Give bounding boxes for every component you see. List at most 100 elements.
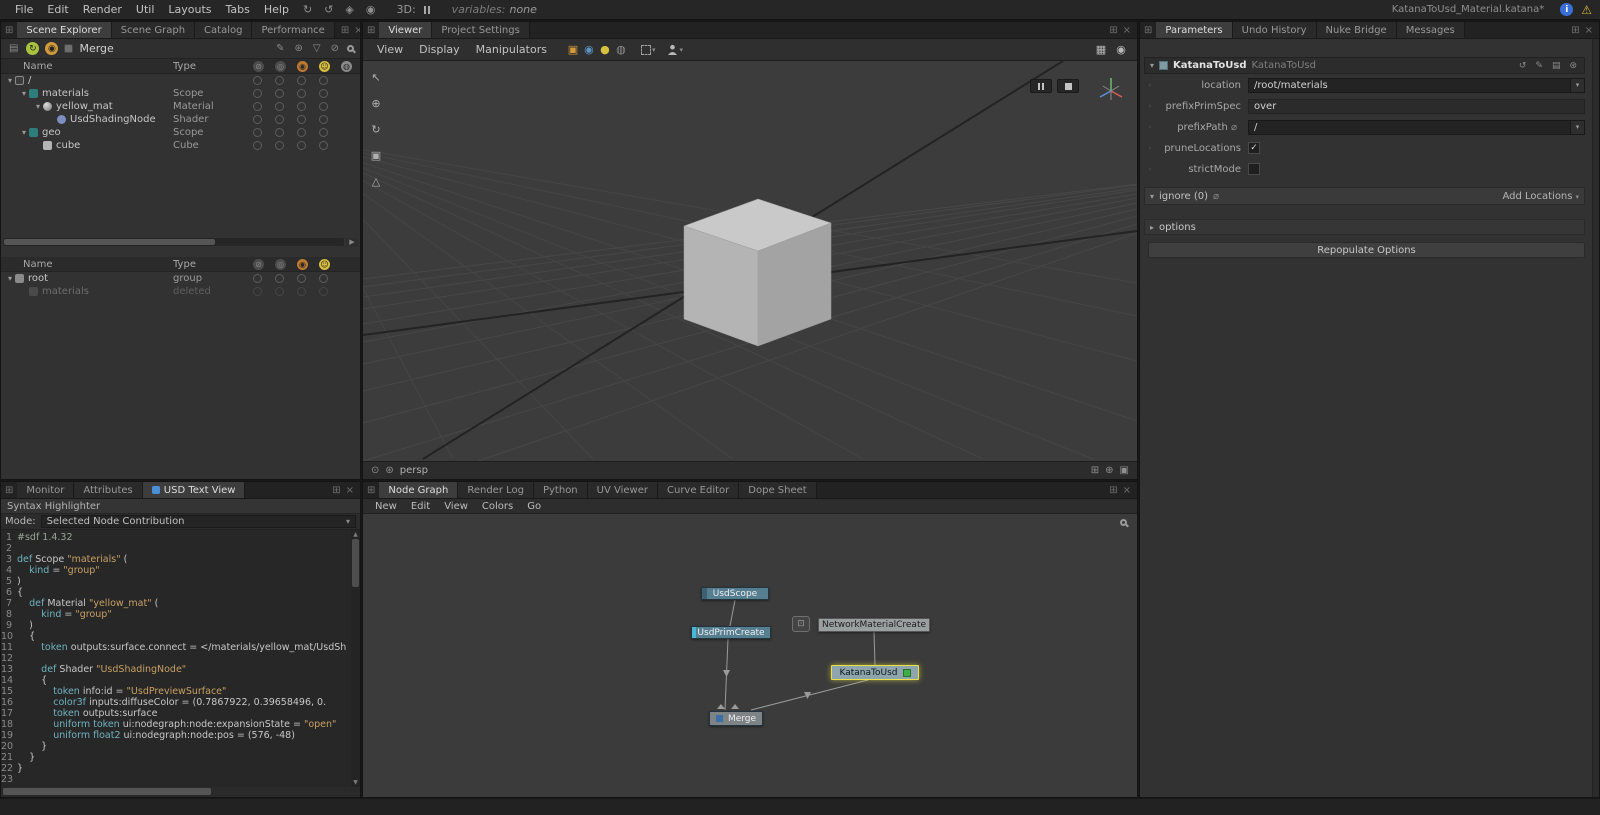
- node-parameter-header[interactable]: ▾ KatanaToUsd KatanaToUsd ↺ ✎ ▤ ⊛: [1144, 57, 1585, 74]
- tree-row[interactable]: ▾ root group: [1, 272, 360, 285]
- panel-grid-icon[interactable]: ⊞: [363, 22, 379, 38]
- tab[interactable]: Monitor: [17, 482, 74, 498]
- camera-person-dropdown[interactable]: ▾: [667, 44, 683, 55]
- expand-caret-icon[interactable]: ▾: [5, 274, 15, 283]
- node-networkmaterialcreate[interactable]: NetworkMaterialCreate: [818, 618, 930, 632]
- add-tab-icon[interactable]: ⊞: [1109, 485, 1117, 496]
- tab[interactable]: Dope Sheet: [739, 482, 816, 498]
- snapshot-icon[interactable]: ▣: [1120, 465, 1129, 476]
- expand-caret-icon[interactable]: ▾: [33, 102, 43, 111]
- param-state-dot[interactable]: ◦: [1144, 102, 1156, 111]
- render-loop-icon[interactable]: ↺: [319, 3, 338, 16]
- code-hscrollbar[interactable]: [1, 787, 360, 797]
- add-locations-dropdown[interactable]: Add Locations▾: [1502, 191, 1579, 202]
- name-column-header[interactable]: Name: [23, 61, 53, 72]
- edit-menu[interactable]: Edit: [405, 501, 436, 512]
- expand-caret-icon[interactable]: ▾: [19, 89, 29, 98]
- add-tab-icon[interactable]: ⊞: [1109, 25, 1117, 36]
- colors-menu[interactable]: Colors: [476, 501, 519, 512]
- tab[interactable]: Viewer: [379, 22, 432, 38]
- viewport-3d[interactable]: ↖ ⊕ ↻ ▣ △: [363, 61, 1137, 461]
- menu-item[interactable]: Help: [257, 3, 296, 16]
- chevron-down-icon[interactable]: ▾: [1571, 78, 1585, 93]
- visibility-toggles[interactable]: [253, 76, 328, 85]
- tree-row[interactable]: ▾ yellow_mat Material: [1, 100, 360, 113]
- scale-tool-icon[interactable]: ▣: [369, 149, 383, 162]
- visibility-toggles[interactable]: [253, 287, 328, 296]
- flush-caches-icon[interactable]: ◈: [340, 3, 358, 16]
- edit-icon[interactable]: ✎: [1533, 61, 1545, 71]
- render-column-icon[interactable]: ◎: [275, 61, 286, 72]
- parameters-vscrollbar[interactable]: [1592, 39, 1599, 797]
- chevron-down-icon[interactable]: ▾: [1571, 120, 1585, 135]
- live-render-column-icon[interactable]: ◉: [297, 259, 308, 270]
- location-field[interactable]: /root/materials: [1248, 78, 1571, 93]
- camera-lock-icon[interactable]: ⊙: [371, 465, 379, 476]
- shading-icon[interactable]: ◍: [613, 43, 629, 56]
- display-menu[interactable]: Display: [413, 43, 466, 56]
- ignore-group-row[interactable]: ▾ ignore (0) ⌀ Add Locations▾: [1144, 187, 1585, 205]
- visibility-toggles[interactable]: [253, 89, 328, 98]
- view-menu[interactable]: View: [371, 43, 409, 56]
- close-panel-icon[interactable]: ×: [346, 485, 354, 496]
- strictmode-checkbox[interactable]: [1248, 163, 1260, 175]
- rotate-tool-icon[interactable]: ↻: [369, 123, 383, 136]
- tab[interactable]: Scene Graph: [112, 22, 195, 38]
- tab[interactable]: Undo History: [1233, 22, 1317, 38]
- selection-mode-dropdown[interactable]: ▾: [641, 45, 656, 55]
- prefixpath-field[interactable]: /: [1248, 120, 1571, 135]
- panel-grid-icon[interactable]: ⊞: [1, 22, 17, 38]
- layers-icon[interactable]: ▤: [7, 43, 20, 54]
- pause-button[interactable]: [1030, 79, 1052, 93]
- visibility-toggles[interactable]: [253, 102, 328, 111]
- panel-grid-icon[interactable]: ⊞: [1, 482, 17, 498]
- lock-icon[interactable]: ⊘: [329, 43, 341, 54]
- param-state-dot[interactable]: ◦: [1144, 81, 1156, 90]
- panel-grid-icon[interactable]: ⊞: [1140, 22, 1156, 38]
- view-menu[interactable]: View: [438, 501, 474, 512]
- snap-tool-icon[interactable]: △: [369, 175, 383, 188]
- tab[interactable]: Curve Editor: [658, 482, 739, 498]
- list-icon[interactable]: ▤: [1550, 61, 1563, 71]
- tab[interactable]: Scene Explorer: [17, 22, 111, 38]
- warning-icon[interactable]: ⚠: [1581, 3, 1592, 17]
- globe-icon[interactable]: ◉: [581, 43, 597, 56]
- close-panel-icon[interactable]: ×: [1123, 485, 1131, 496]
- add-tab-icon[interactable]: ⊞: [1571, 25, 1579, 36]
- repopulate-options-button[interactable]: Repopulate Options: [1148, 242, 1585, 258]
- visibility-toggles[interactable]: [253, 128, 328, 137]
- menu-item[interactable]: Render: [76, 3, 129, 16]
- prefixprimspec-select[interactable]: over: [1248, 99, 1585, 114]
- monitor-layer-icon[interactable]: ▦: [1093, 43, 1109, 56]
- search-icon[interactable]: [1120, 519, 1127, 526]
- tab[interactable]: Catalog: [195, 22, 252, 38]
- menu-item[interactable]: Layouts: [161, 3, 218, 16]
- code-vscrollbar[interactable]: ▲ ▼: [351, 530, 360, 787]
- select-tool-icon[interactable]: ↖: [369, 71, 383, 84]
- visibility-toggles[interactable]: [253, 141, 328, 150]
- hscroll-handle[interactable]: [4, 239, 215, 245]
- new-menu[interactable]: New: [369, 501, 403, 512]
- working-set-column-icon[interactable]: ☺: [319, 259, 330, 270]
- scroll-right-icon[interactable]: ▶: [346, 238, 358, 247]
- close-panel-icon[interactable]: ×: [1585, 25, 1593, 36]
- live-update-icon[interactable]: ↻: [26, 42, 39, 55]
- filter-icon[interactable]: ▽: [311, 43, 323, 54]
- implicit-resolvers-icon[interactable]: ◉: [45, 42, 58, 55]
- expand-caret-icon[interactable]: ▾: [19, 128, 29, 137]
- vscroll-handle[interactable]: [352, 539, 359, 587]
- manipulators-menu[interactable]: Manipulators: [470, 43, 553, 56]
- render-refresh-icon[interactable]: ↻: [298, 3, 317, 16]
- tab[interactable]: Attributes: [74, 482, 142, 498]
- camera-settings-icon[interactable]: ⊛: [385, 465, 393, 476]
- expand-caret-icon[interactable]: ▾: [5, 76, 15, 85]
- tree-row[interactable]: ▾ cube Cube: [1, 139, 360, 152]
- menu-item[interactable]: Edit: [40, 3, 75, 16]
- node-usdscope[interactable]: UsdScope: [701, 587, 769, 600]
- visibility-column-icon[interactable]: ⊘: [253, 61, 264, 72]
- collapse-caret-icon[interactable]: ▾: [1150, 61, 1154, 70]
- tab[interactable]: Python: [534, 482, 588, 498]
- info-icon[interactable]: i: [1560, 3, 1573, 16]
- pause-icon[interactable]: [424, 6, 430, 14]
- enabled-chip-icon[interactable]: [903, 669, 911, 677]
